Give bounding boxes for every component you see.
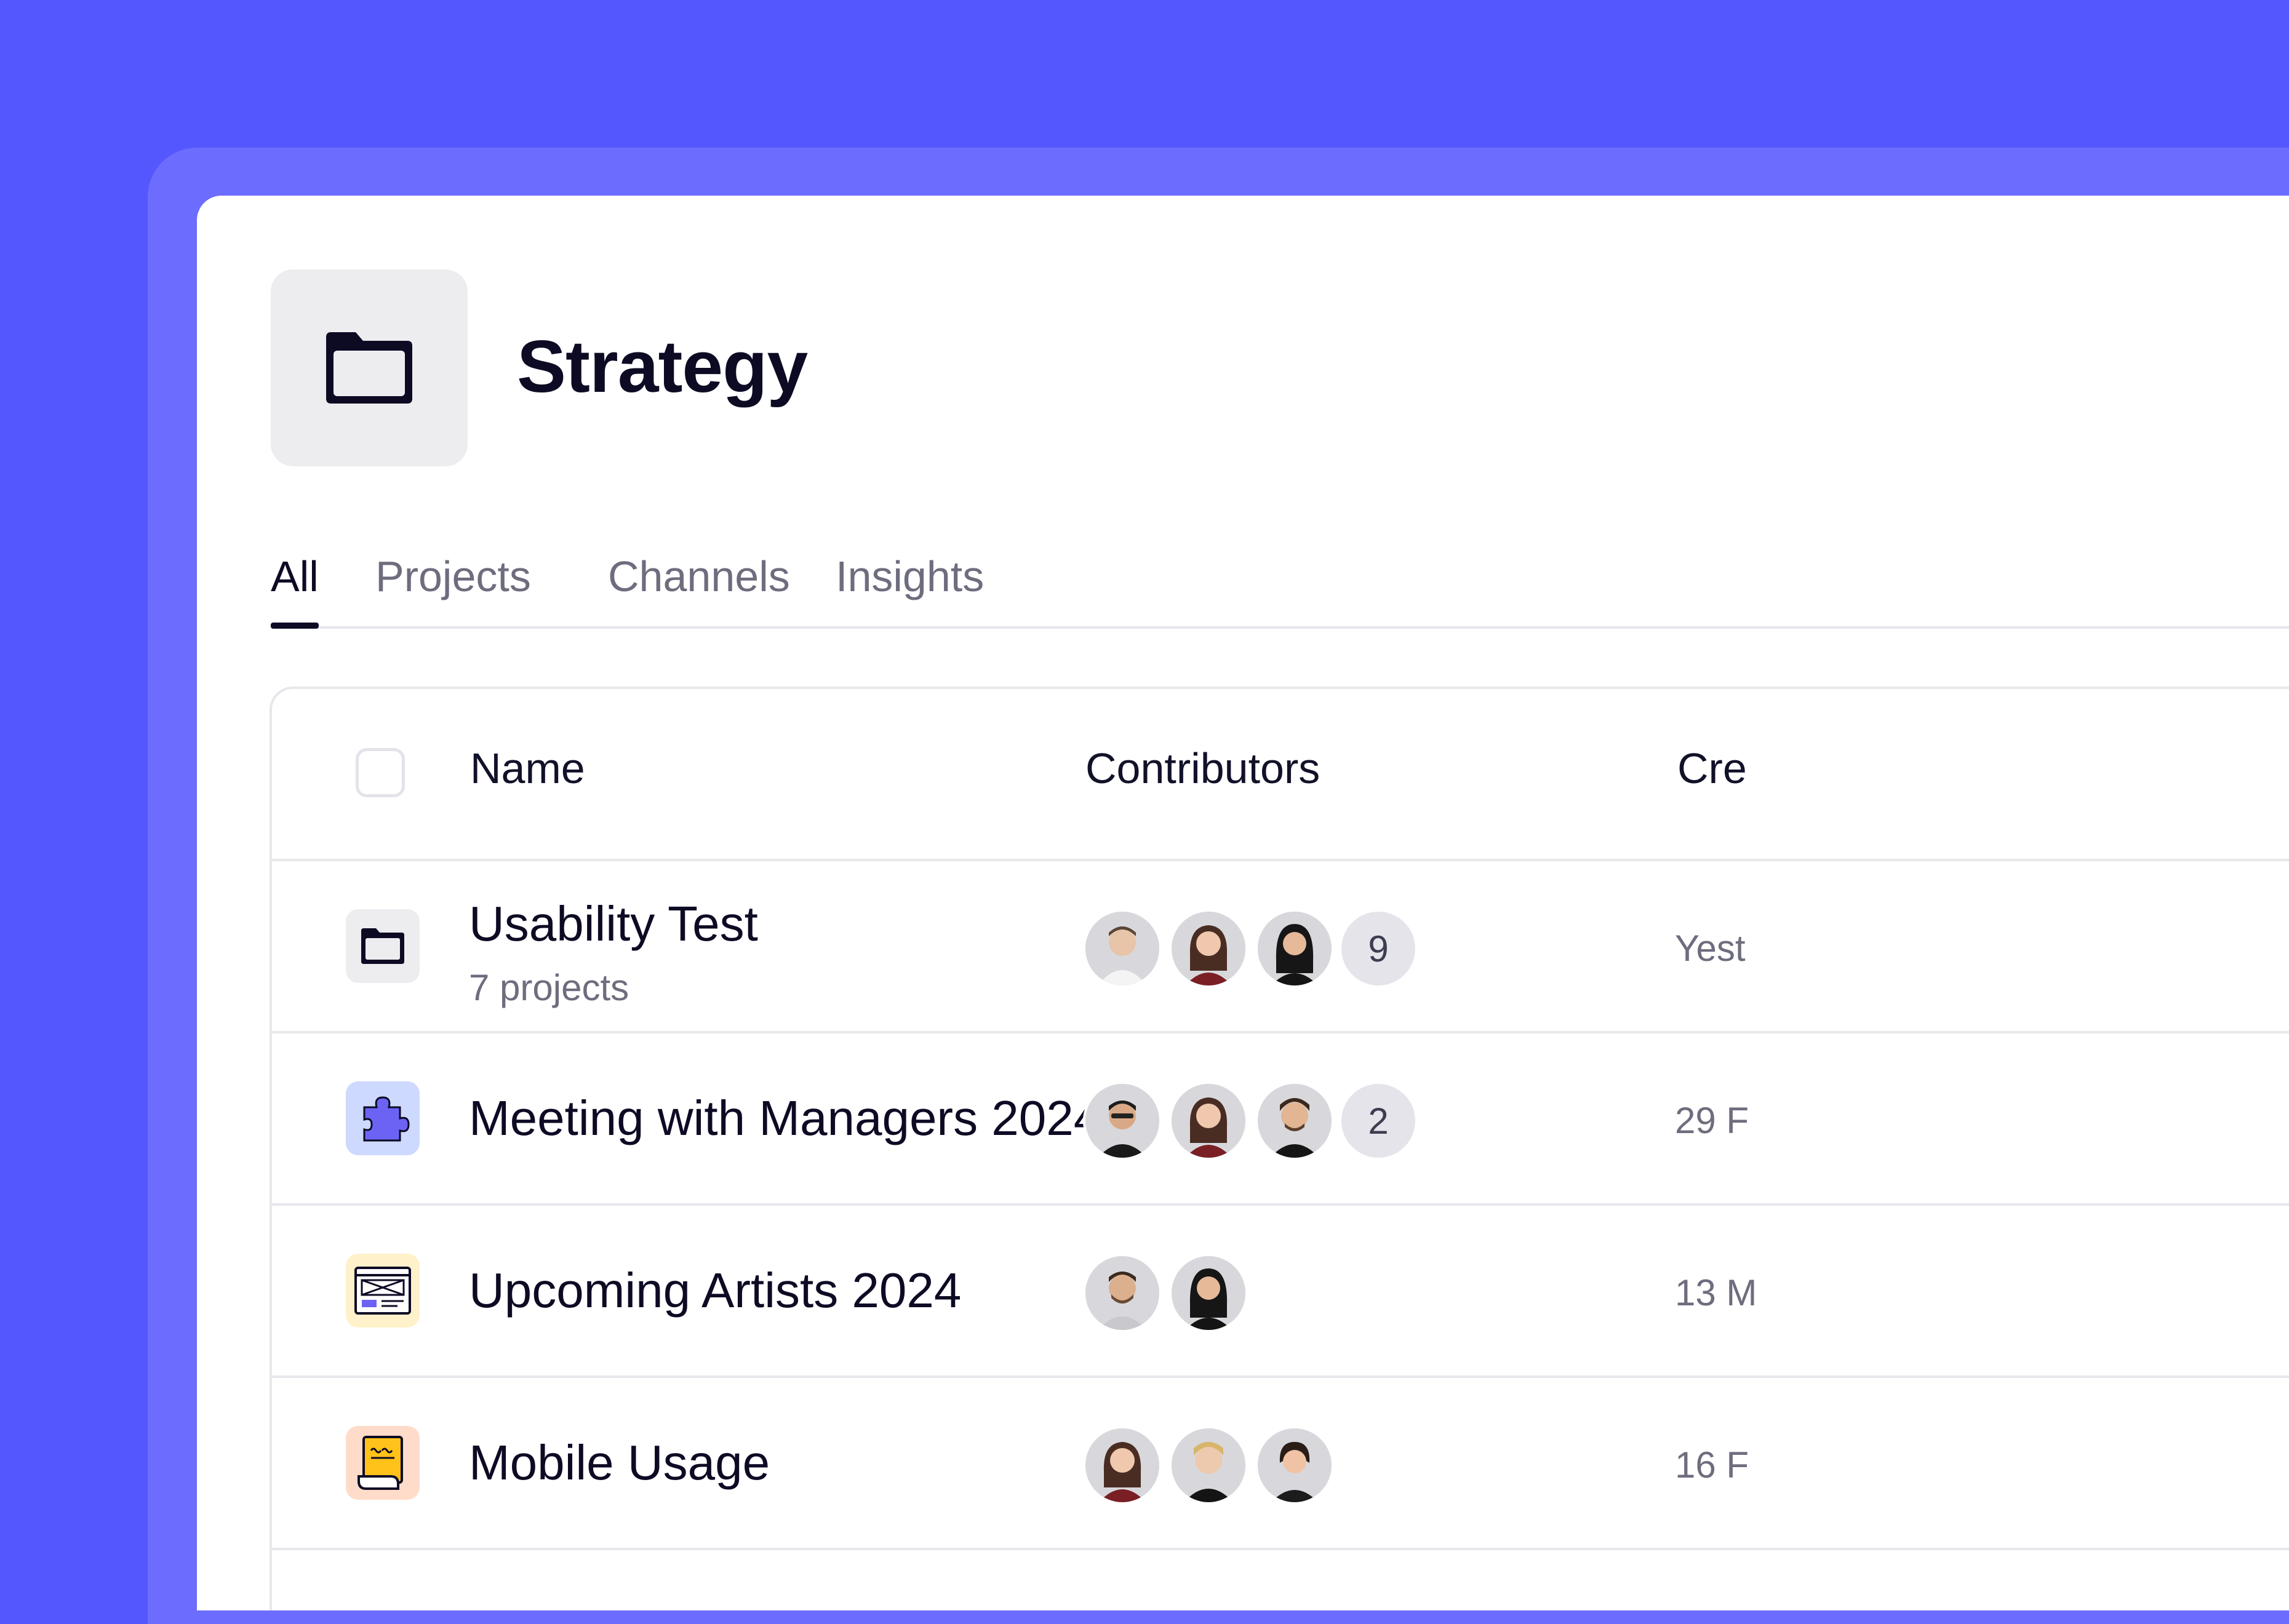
row-icon-tile xyxy=(346,1426,420,1500)
table-row[interactable]: Usability Test 7 projects 9 Yest xyxy=(272,861,2289,1033)
row-name[interactable]: Usability Test xyxy=(469,899,758,949)
table-row[interactable]: Meeting with Managers 2024 2 29 F xyxy=(272,1033,2289,1206)
row-icon-tile xyxy=(346,1254,420,1327)
avatar[interactable] xyxy=(1169,1426,1248,1505)
table-row[interactable]: Mobile Usage 16 F xyxy=(272,1378,2289,1550)
row-created: Yest xyxy=(1675,928,1746,969)
row-icon-tile xyxy=(346,1081,420,1155)
avatar[interactable] xyxy=(1255,909,1334,988)
table-row[interactable]: Upcoming Artists 2024 13 M xyxy=(272,1206,2289,1378)
folder-icon xyxy=(326,332,412,404)
note-icon xyxy=(358,1436,403,1490)
avatar[interactable] xyxy=(1083,909,1162,988)
avatar[interactable] xyxy=(1169,1254,1248,1332)
tab-bar: All Projects Channels Insights xyxy=(271,540,2289,629)
items-table: Name Contributors Cre Usability Test 7 p… xyxy=(270,687,2289,1610)
table-header-row: Name Contributors Cre xyxy=(272,689,2289,861)
row-name[interactable]: Upcoming Artists 2024 xyxy=(469,1266,961,1315)
avatar[interactable] xyxy=(1083,1426,1162,1505)
avatar[interactable] xyxy=(1255,1081,1334,1160)
tab-channels[interactable]: Channels xyxy=(608,540,790,626)
page-title: Strategy xyxy=(517,325,808,408)
contributors-overflow-count[interactable]: 2 xyxy=(1341,1084,1415,1158)
tab-all[interactable]: All xyxy=(271,540,319,629)
column-header-name[interactable]: Name xyxy=(470,747,585,790)
row-created: 13 M xyxy=(1675,1272,1757,1313)
column-header-created[interactable]: Cre xyxy=(1677,747,1747,790)
row-name[interactable]: Mobile Usage xyxy=(469,1438,770,1487)
tab-insights[interactable]: Insights xyxy=(836,540,984,626)
row-subtitle: 7 projects xyxy=(469,967,629,1008)
puzzle-icon xyxy=(363,1096,410,1142)
row-created: 16 F xyxy=(1675,1444,1749,1486)
wireframe-icon xyxy=(354,1267,411,1315)
folder-icon xyxy=(361,928,404,964)
row-icon-tile xyxy=(346,909,420,983)
avatar[interactable] xyxy=(1255,1426,1334,1505)
row-name[interactable]: Meeting with Managers 2024 xyxy=(469,1094,1101,1143)
tab-projects[interactable]: Projects xyxy=(375,540,531,626)
select-all-checkbox[interactable] xyxy=(356,748,405,797)
contributors-overflow-count[interactable]: 9 xyxy=(1341,912,1415,985)
column-header-contributors[interactable]: Contributors xyxy=(1085,747,1320,790)
header-folder-tile xyxy=(271,269,468,466)
avatar[interactable] xyxy=(1083,1081,1162,1160)
avatar[interactable] xyxy=(1083,1254,1162,1332)
row-created: 29 F xyxy=(1675,1100,1749,1141)
avatar[interactable] xyxy=(1169,909,1248,988)
avatar[interactable] xyxy=(1169,1081,1248,1160)
main-panel: Strategy All Projects Channels Insights … xyxy=(197,196,2289,1610)
